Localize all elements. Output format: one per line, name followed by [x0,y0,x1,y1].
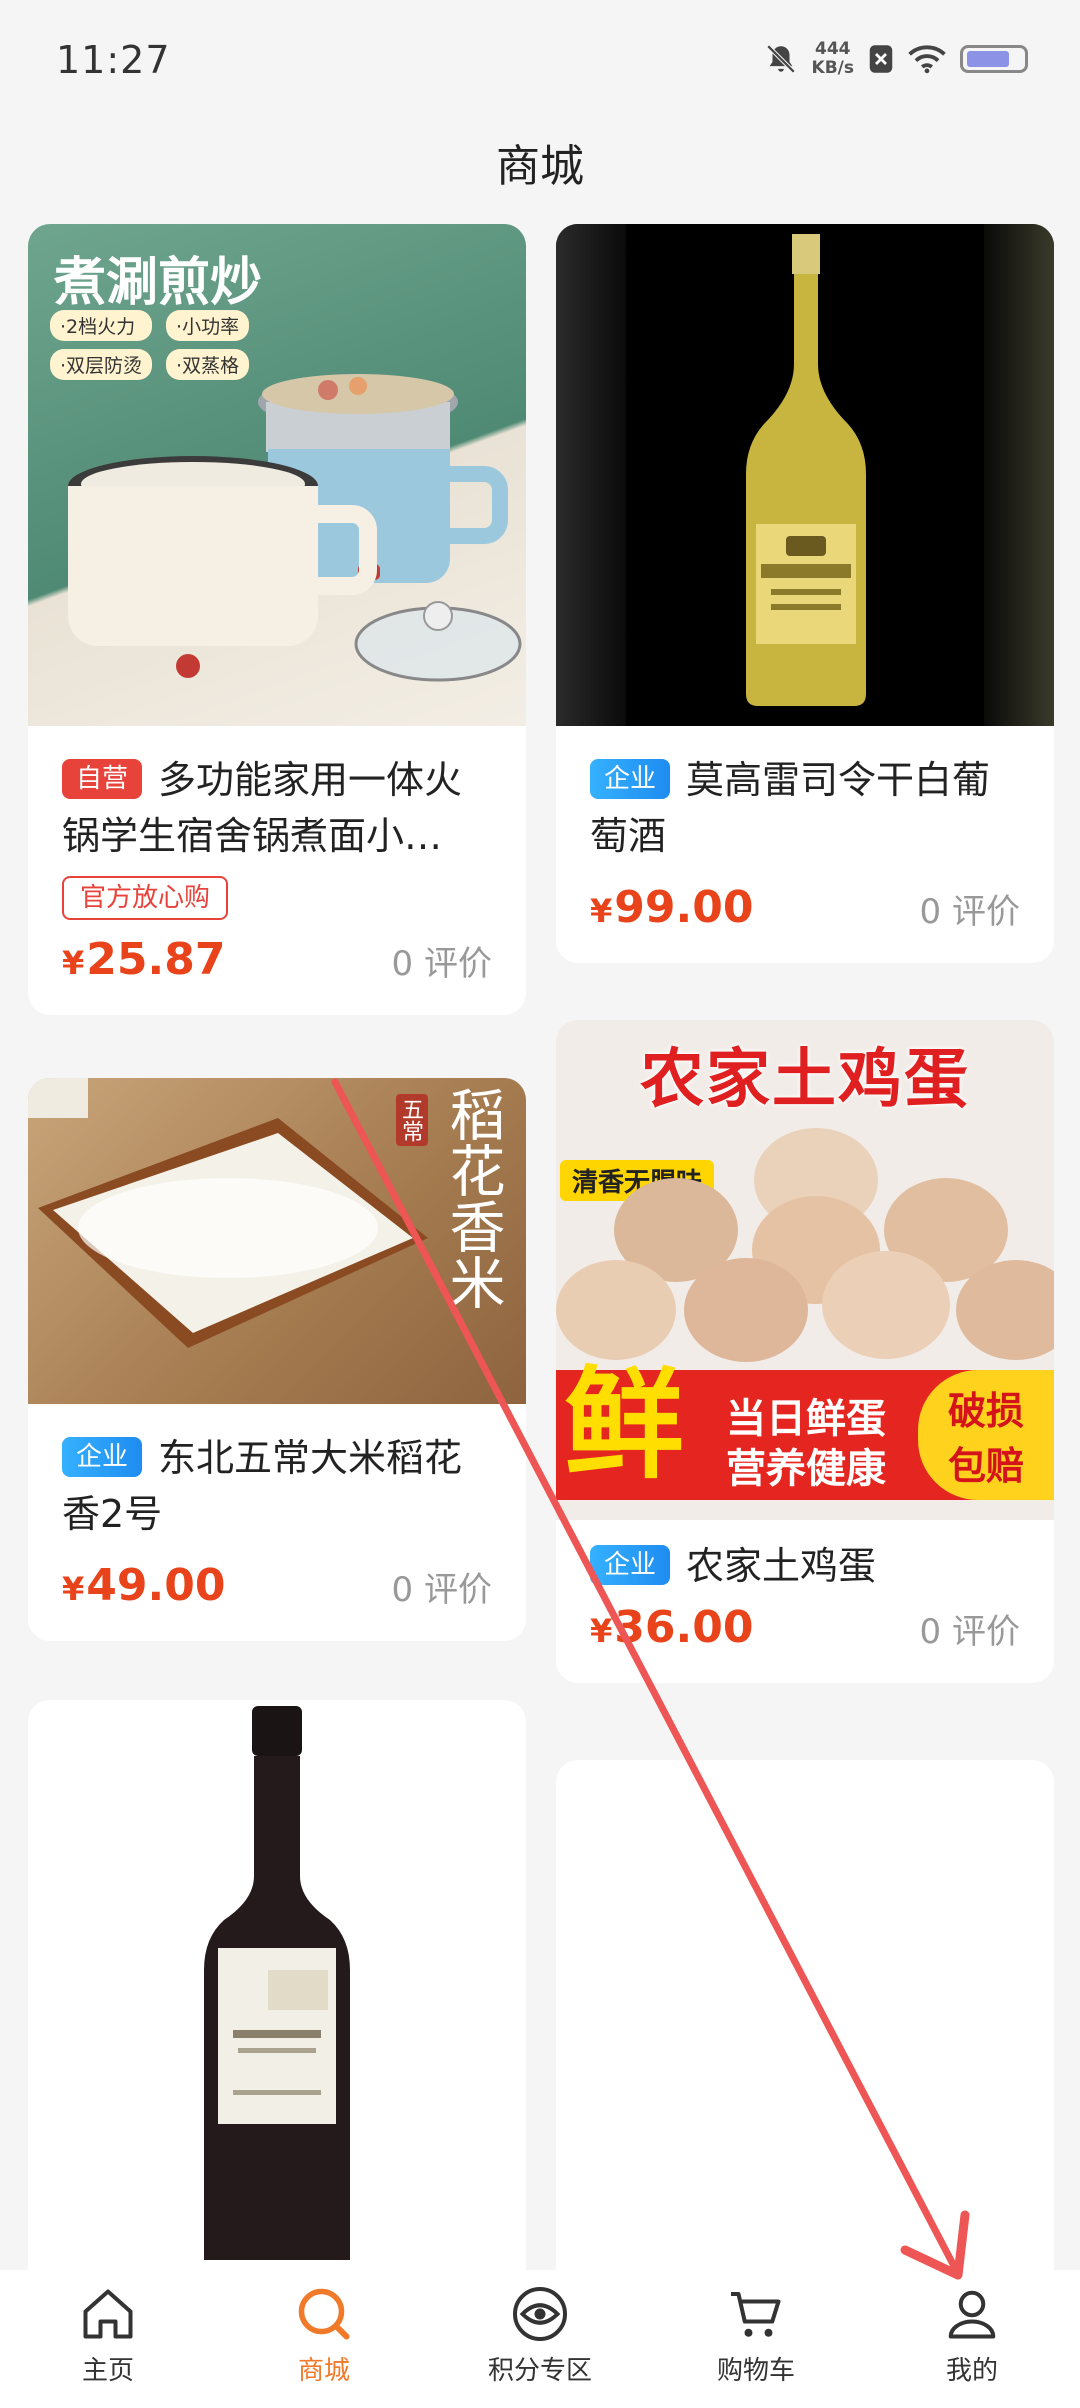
product-image-rice: 稻花香米 五常 [28,1078,526,1404]
product-title: 农家土鸡蛋 [686,1544,877,1588]
product-title-row: 企业 农家土鸡蛋 [590,1538,1020,1594]
product-price: ¥99.00 [590,882,753,933]
search-icon [298,2288,350,2340]
nav-label: 商城 [297,2356,350,2386]
product-title-row: 企业 莫高雷司令干白葡萄酒 [590,752,1020,864]
product-card-rice[interactable]: 稻花香米 五常 企业 东北五常大米稻花香2号 ¥49.00 0 评价 [28,1078,526,1641]
product-price: ¥36.00 [590,1602,753,1653]
price-row: ¥36.00 0 评价 [590,1602,1020,1653]
enterprise-tag: 企业 [590,758,671,799]
self-operated-tag: 自营 [62,758,143,799]
egg-slogan-2: 营养健康 [726,1446,886,1492]
user-icon [948,2290,996,2339]
price-row: ¥49.00 0 评价 [62,1560,492,1611]
price-value: 49.00 [86,1560,226,1611]
guarantee-line-1: 破损 [947,1389,1024,1433]
price-value: 25.87 [86,934,226,985]
nav-label: 我的 [945,2356,998,2386]
product-card-placeholder[interactable] [556,1760,1054,2300]
egg-guarantee-badge: 破损 包赔 [918,1370,1054,1500]
cart-icon [731,2292,781,2337]
review-count: 0 评价 [919,1612,1020,1652]
review-count: 0 评价 [391,944,492,984]
card-body: 企业 农家土鸡蛋 ¥36.00 0 评价 [556,1520,1054,1683]
product-title-row: 自营 多功能家用一体火锅学生宿舍锅煮面小… [62,752,492,864]
nav-label: 积分专区 [487,2356,592,2386]
nav-label: 主页 [81,2356,134,2386]
product-card-wine[interactable]: 企业 莫高雷司令干白葡萄酒 ¥99.00 0 评价 [556,224,1054,963]
nav-item-cart[interactable]: 购物车 [648,2270,864,2408]
net-speed-unit: KB/s [811,58,854,78]
eye-icon [513,2287,567,2341]
battery-icon [960,45,1028,73]
guarantee-line-2: 包赔 [947,1444,1024,1488]
nav-item-me[interactable]: 我的 [864,2270,1080,2408]
currency-symbol: ¥ [62,1570,85,1608]
hotpot-illustration [68,374,522,682]
status-icons: 444 KB/s [764,40,1028,78]
product-image-wine [556,224,1054,726]
card-body: 自营 多功能家用一体火锅学生宿舍锅煮面小… 官方放心购 ¥25.87 0 评价 [28,726,526,1015]
net-speed-value: 444 [815,39,851,59]
mute-bell-icon [766,44,795,74]
product-price: ¥25.87 [62,934,225,985]
product-card-eggs[interactable]: 农家土鸡蛋 清香无腥味 鲜 当日鲜蛋 营养健康 破损 包赔 企业农家土鸡蛋 ¥ [556,1020,1054,1683]
product-card-hotpot[interactable]: 煮涮煎炒 ·2档火力 ·小功率 ·双层防烫 ·双蒸格 自营 多功能家用一体火锅学… [28,224,526,1015]
sim-off-icon [869,45,893,73]
card-body: 企业 莫高雷司令干白葡萄酒 ¥99.00 0 评价 [556,726,1054,963]
page-title: 商城 [496,141,584,192]
currency-symbol: ¥ [590,892,613,930]
bottom-nav: 主页 商城 积分专区 购物车 我的 [0,2270,1080,2408]
status-bar: 11:27 444 KB/s [0,0,1080,130]
price-row: ¥99.00 0 评价 [590,882,1020,933]
product-card-red-wine[interactable] [28,1700,526,2300]
nav-label: 购物车 [716,2356,795,2386]
wine-bottle-illustration [746,234,866,706]
nav-item-home[interactable]: 主页 [0,2270,216,2408]
net-speed: 444 KB/s [812,40,854,78]
nav-item-points[interactable]: 积分专区 [432,2270,648,2408]
enterprise-tag: 企业 [62,1436,143,1477]
wifi-icon [908,45,946,74]
rice-origin-seal: 五常 [396,1094,428,1146]
product-image-eggs: 农家土鸡蛋 清香无腥味 鲜 当日鲜蛋 营养健康 破损 包赔 [556,1020,1054,1520]
price-value: 36.00 [614,1602,754,1653]
product-price: ¥49.00 [62,1560,225,1611]
price-value: 99.00 [614,882,754,933]
card-body: 企业 东北五常大米稻花香2号 ¥49.00 0 评价 [28,1404,526,1641]
rice-vertical-text: 稻花香米 [440,1086,505,1310]
home-icon [83,2289,133,2339]
review-count: 0 评价 [919,892,1020,932]
red-wine-bottle-illustration [204,1706,350,2272]
status-time: 11:27 [56,38,171,82]
price-row: ¥25.87 0 评价 [62,934,492,985]
currency-symbol: ¥ [590,1612,613,1650]
product-title-row: 企业 东北五常大米稻花香2号 [62,1430,492,1542]
nav-item-mall[interactable]: 商城 [216,2270,432,2408]
enterprise-tag: 企业 [590,1544,671,1585]
fresh-char: 鲜 [564,1356,684,1495]
product-image-hotpot: 煮涮煎炒 ·2档火力 ·小功率 ·双层防烫 ·双蒸格 [28,224,526,726]
currency-symbol: ¥ [62,944,85,982]
egg-promo-banner: 鲜 当日鲜蛋 营养健康 破损 包赔 [556,1356,1054,1500]
review-count: 0 评价 [391,1570,492,1610]
official-badge: 官方放心购 [62,876,229,920]
